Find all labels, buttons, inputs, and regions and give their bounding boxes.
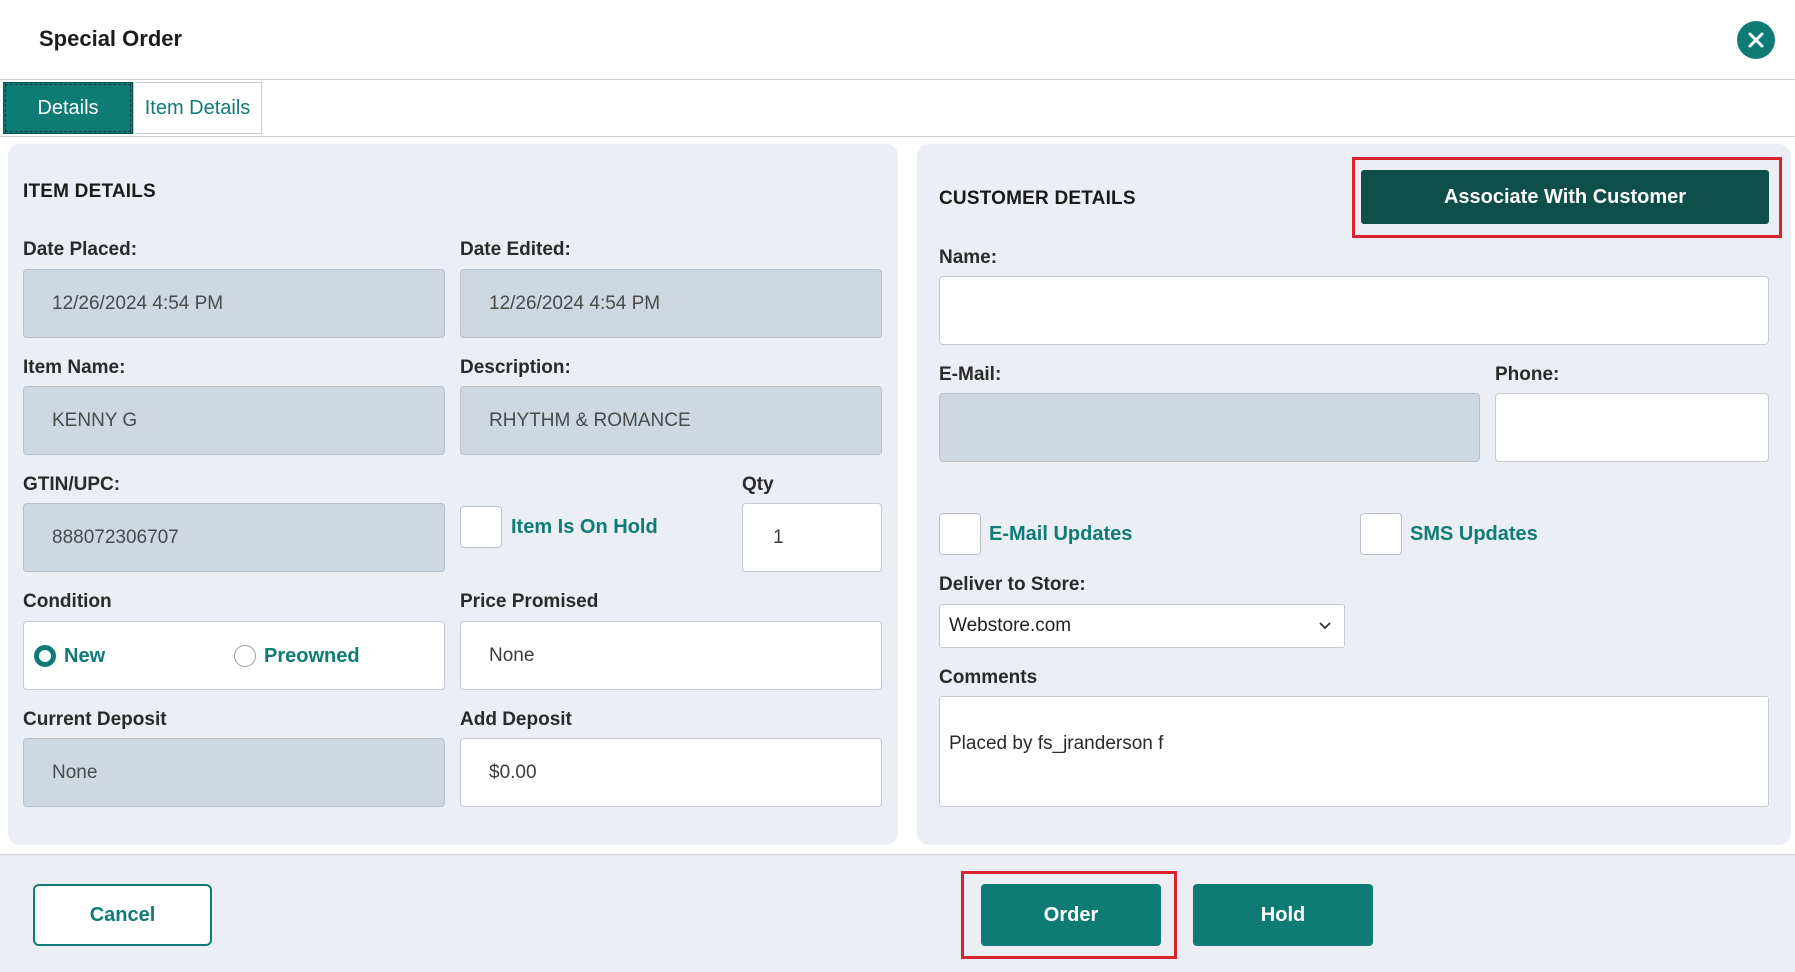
header-divider (0, 79, 1795, 80)
order-button[interactable]: Order (981, 884, 1161, 946)
description-field: RHYTHM & ROMANCE (460, 386, 882, 455)
gtin-label: GTIN/UPC: (23, 474, 121, 495)
deliver-to-store-select[interactable]: Webstore.com (939, 604, 1345, 648)
date-edited-field: 12/26/2024 4:54 PM (460, 269, 882, 338)
footer-bar (0, 855, 1795, 972)
customer-phone-input[interactable] (1495, 393, 1769, 462)
sms-updates-checkbox[interactable] (1360, 513, 1402, 555)
condition-preowned-label[interactable]: Preowned (264, 645, 360, 668)
tab-divider (0, 136, 1795, 137)
current-deposit-label: Current Deposit (23, 709, 167, 730)
tab-item-details[interactable]: Item Details (133, 82, 262, 134)
add-deposit-label: Add Deposit (460, 709, 572, 730)
dialog-title: Special Order (39, 26, 183, 51)
condition-label: Condition (23, 591, 112, 612)
name-label: Name: (939, 247, 998, 268)
date-edited-label: Date Edited: (460, 239, 571, 260)
customer-details-heading: CUSTOMER DETAILS (939, 188, 1136, 209)
comments-textarea[interactable]: Placed by fs_jranderson f (939, 696, 1769, 807)
condition-new-radio[interactable] (34, 645, 56, 667)
email-label: E-Mail: (939, 364, 1002, 385)
close-icon (1748, 32, 1764, 48)
deliver-to-store-value: Webstore.com (949, 615, 1072, 636)
price-promised-input[interactable]: None (460, 621, 882, 690)
email-updates-label[interactable]: E-Mail Updates (989, 523, 1132, 546)
phone-label: Phone: (1495, 364, 1560, 385)
hold-button[interactable]: Hold (1193, 884, 1373, 946)
condition-new-label[interactable]: New (64, 645, 105, 668)
close-button[interactable] (1737, 21, 1775, 59)
qty-label: Qty (742, 474, 774, 495)
customer-email-field (939, 393, 1480, 462)
add-deposit-input[interactable]: $0.00 (460, 738, 882, 807)
current-deposit-field: None (23, 738, 445, 807)
description-label: Description: (460, 357, 571, 378)
tab-details[interactable]: Details (3, 82, 133, 134)
item-name-label: Item Name: (23, 357, 126, 378)
sms-updates-label[interactable]: SMS Updates (1410, 523, 1538, 546)
item-on-hold-label[interactable]: Item Is On Hold (511, 516, 658, 539)
comments-label: Comments (939, 667, 1038, 688)
chevron-down-icon (1319, 622, 1331, 630)
gtin-field: 888072306707 (23, 503, 445, 572)
item-details-heading: ITEM DETAILS (23, 181, 156, 202)
associate-with-customer-button[interactable]: Associate With Customer (1361, 170, 1769, 224)
email-updates-checkbox[interactable] (939, 513, 981, 555)
customer-name-input[interactable] (939, 276, 1769, 345)
item-name-field: KENNY G (23, 386, 445, 455)
date-placed-label: Date Placed: (23, 239, 138, 260)
cancel-button[interactable]: Cancel (33, 884, 212, 946)
date-placed-field: 12/26/2024 4:54 PM (23, 269, 445, 338)
condition-preowned-radio[interactable] (234, 645, 256, 667)
deliver-to-store-label: Deliver to Store: (939, 574, 1086, 595)
qty-input[interactable]: 1 (742, 503, 882, 572)
item-on-hold-checkbox[interactable] (460, 506, 502, 548)
price-promised-label: Price Promised (460, 591, 599, 612)
